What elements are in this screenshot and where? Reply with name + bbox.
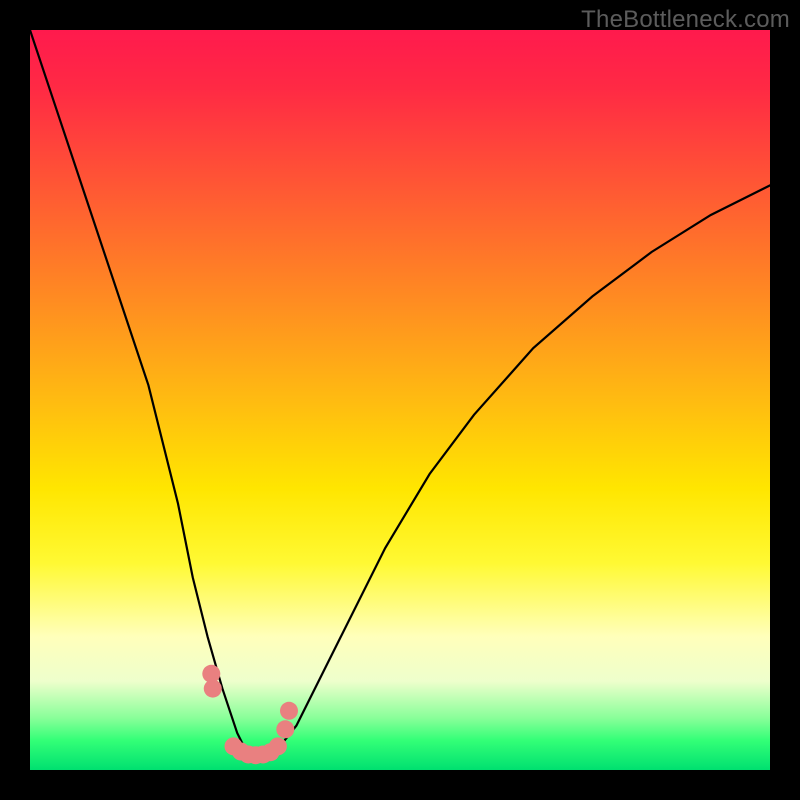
- marker-dot: [204, 680, 222, 698]
- marker-dot: [280, 702, 298, 720]
- watermark-text: TheBottleneck.com: [581, 6, 790, 34]
- plot-area: [30, 30, 770, 770]
- marker-group: [202, 665, 298, 764]
- marker-dot: [269, 737, 287, 755]
- curve-svg: [30, 30, 770, 770]
- chart-frame: TheBottleneck.com: [0, 0, 800, 800]
- bottleneck-curve: [30, 30, 770, 755]
- marker-dot: [276, 720, 294, 738]
